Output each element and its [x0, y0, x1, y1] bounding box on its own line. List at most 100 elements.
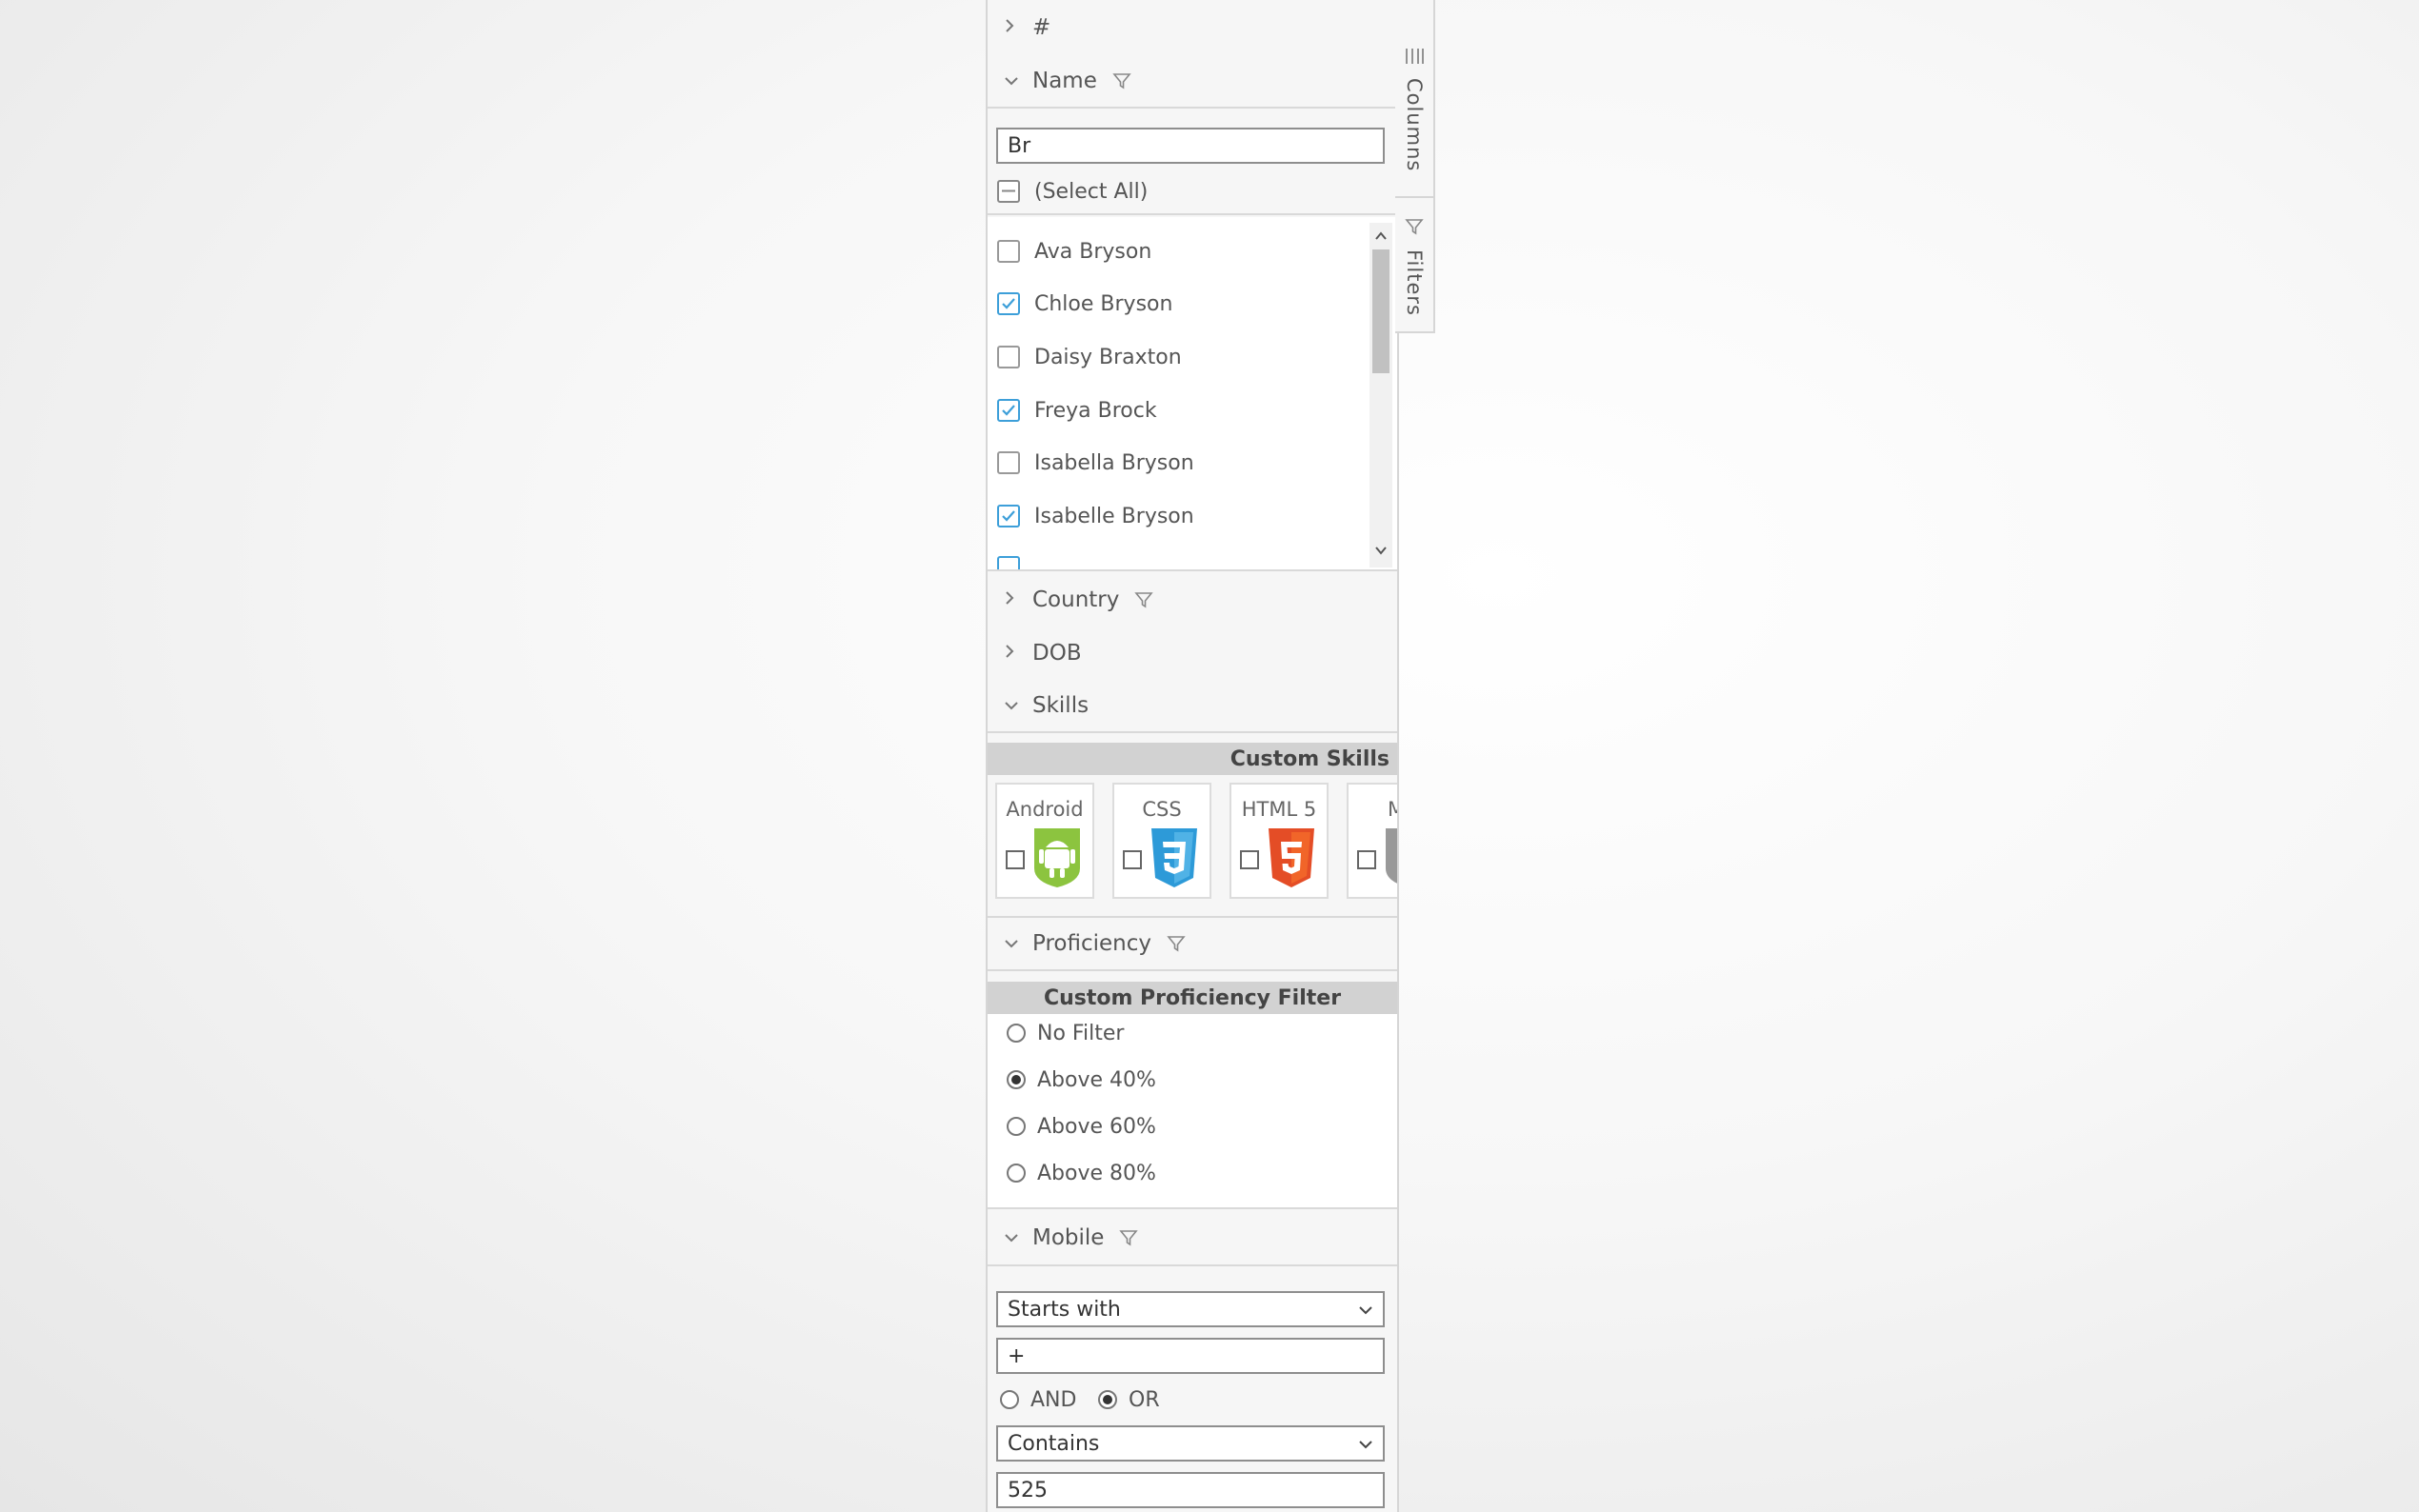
skill-label: M — [1388, 798, 1397, 821]
divider — [988, 107, 1397, 109]
css3-icon — [1148, 826, 1201, 893]
scroll-up-icon[interactable] — [1372, 229, 1389, 247]
filter-group-label: # — [1032, 15, 1051, 40]
chevron-down-icon — [1358, 1298, 1373, 1322]
skill-checkbox[interactable] — [1357, 850, 1376, 869]
checkbox-mixed-icon — [997, 180, 1020, 203]
filter-group-label: Country — [1032, 587, 1120, 612]
divider — [988, 1264, 1397, 1266]
list-item[interactable]: Freya Brock — [997, 391, 1157, 429]
option-label: Above 40% — [1037, 1067, 1156, 1092]
filter-group-label: Proficiency — [1032, 931, 1151, 956]
proficiency-option-80[interactable]: Above 80% — [1007, 1154, 1156, 1192]
divider — [988, 213, 1397, 215]
mac-icon — [1382, 826, 1397, 893]
html5-icon — [1265, 826, 1318, 893]
radio-button[interactable] — [1007, 1070, 1026, 1089]
custom-proficiency-title: Custom Proficiency Filter — [988, 982, 1397, 1014]
scrollbar-thumb[interactable] — [1372, 249, 1389, 373]
custom-skills-title: Custom Skills — [988, 743, 1397, 775]
chevron-down-icon — [1004, 1228, 1021, 1248]
checkbox[interactable] — [997, 505, 1020, 527]
tab-columns-label: Columns — [1403, 78, 1426, 172]
radio-button[interactable] — [1007, 1024, 1026, 1043]
list-item-label: Isabella Bryson — [1034, 450, 1194, 475]
name-search-input[interactable]: Br — [996, 128, 1385, 164]
select-value: Starts with — [1008, 1297, 1121, 1322]
list-item[interactable]: Isabelle Bryson — [997, 497, 1194, 535]
list-item-label: Isabelle Bryson — [1034, 504, 1194, 528]
checkbox — [997, 556, 1020, 569]
filter-group-name[interactable]: Name — [988, 55, 1397, 107]
mobile-condition1-value-input[interactable]: + — [996, 1338, 1385, 1374]
skill-checkbox[interactable] — [1006, 850, 1025, 869]
tab-filters[interactable]: Filters — [1395, 198, 1433, 333]
radio-button[interactable] — [1007, 1117, 1026, 1136]
divider — [988, 569, 1397, 571]
radio-button[interactable] — [1000, 1390, 1019, 1409]
radio-button[interactable] — [1098, 1390, 1117, 1409]
list-item[interactable]: Ava Bryson — [997, 232, 1151, 270]
android-icon — [1030, 826, 1084, 893]
filter-group-dob[interactable]: DOB — [988, 627, 1397, 679]
mobile-condition2-value-input[interactable]: 525 — [996, 1472, 1385, 1508]
divider — [988, 969, 1397, 971]
name-value-list[interactable]: Ava Bryson Chloe Bryson Daisy Braxton Fr… — [988, 217, 1397, 569]
skill-mac[interactable]: M — [1347, 783, 1397, 899]
join-operator-or[interactable]: OR — [1098, 1381, 1160, 1419]
proficiency-option-none[interactable]: No Filter — [1007, 1014, 1124, 1052]
tab-columns[interactable]: Columns — [1395, 0, 1433, 198]
mobile-condition2-type-select[interactable]: Contains — [996, 1425, 1385, 1462]
proficiency-option-60[interactable]: Above 60% — [1007, 1107, 1156, 1145]
filter-group-skills[interactable]: Skills — [988, 680, 1397, 731]
skill-css[interactable]: CSS — [1112, 783, 1211, 899]
option-label: OR — [1129, 1387, 1160, 1412]
list-item-label: Daisy Braxton — [1034, 345, 1182, 369]
checkbox[interactable] — [997, 346, 1020, 368]
list-item[interactable]: Daisy Braxton — [997, 338, 1182, 376]
checkbox[interactable] — [997, 292, 1020, 315]
join-operator-and[interactable]: AND — [1000, 1381, 1076, 1419]
divider — [988, 1207, 1397, 1209]
filter-icon — [1119, 1228, 1139, 1247]
filter-icon — [1134, 590, 1154, 609]
filter-icon — [1167, 934, 1186, 953]
radio-button[interactable] — [1007, 1164, 1026, 1183]
filter-group-country[interactable]: Country — [988, 574, 1397, 626]
checkbox[interactable] — [997, 240, 1020, 263]
skill-html5[interactable]: HTML 5 — [1229, 783, 1329, 899]
skill-checkbox[interactable] — [1240, 850, 1259, 869]
proficiency-option-40[interactable]: Above 40% — [1007, 1061, 1156, 1099]
filter-group-proficiency[interactable]: Proficiency — [988, 918, 1397, 969]
filter-group-hash[interactable]: # — [988, 2, 1397, 53]
skill-android[interactable]: Android — [995, 783, 1094, 899]
filter-group-label: Mobile — [1032, 1225, 1105, 1250]
filter-group-label: DOB — [1032, 641, 1082, 666]
checkbox[interactable] — [997, 451, 1020, 474]
list-item[interactable]: Chloe Bryson — [997, 285, 1172, 323]
select-all-checkbox[interactable]: (Select All) — [997, 172, 1148, 210]
list-item-partial — [997, 548, 1034, 569]
chevron-right-icon — [1004, 17, 1021, 39]
divider — [988, 731, 1397, 733]
filter-group-label: Name — [1032, 69, 1097, 93]
scroll-down-icon[interactable] — [1372, 543, 1389, 561]
checkbox[interactable] — [997, 399, 1020, 422]
skill-label: Android — [1006, 798, 1084, 821]
list-item-label: Chloe Bryson — [1034, 291, 1173, 316]
filter-group-label: Skills — [1032, 693, 1090, 718]
list-item-label: Ava Bryson — [1034, 239, 1152, 264]
chevron-down-icon — [1004, 934, 1021, 954]
chevron-down-icon — [1004, 696, 1021, 716]
mobile-condition1-type-select[interactable]: Starts with — [996, 1291, 1385, 1327]
tab-filters-label: Filters — [1403, 249, 1426, 316]
list-item[interactable]: Isabella Bryson — [997, 444, 1194, 482]
filters-tool-panel: # Name Br (Select All) Ava Bryson Chloe … — [986, 0, 1399, 1512]
skill-label: CSS — [1142, 798, 1182, 821]
chevron-down-icon — [1004, 71, 1021, 91]
skill-checkbox[interactable] — [1123, 850, 1142, 869]
chevron-down-icon — [1358, 1432, 1373, 1456]
filter-group-mobile[interactable]: Mobile — [988, 1212, 1397, 1263]
columns-icon — [1404, 48, 1425, 69]
chevron-right-icon — [1004, 589, 1021, 611]
